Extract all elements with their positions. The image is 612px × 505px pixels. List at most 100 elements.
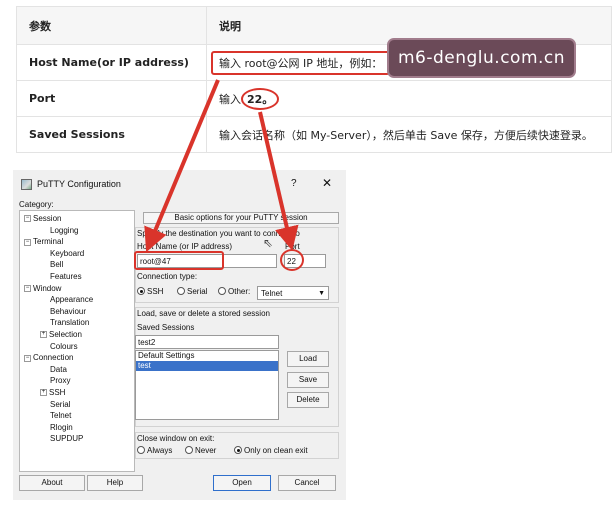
list-item[interactable]: Default Settings [136,351,278,361]
expand-icon[interactable]: + [40,389,47,397]
tree-item-data[interactable]: Data [20,364,134,376]
tree-item-ssh[interactable]: + SSH [20,387,134,399]
radio-always-label: Always [147,446,173,455]
table-row: Port 输入 22。 [16,80,612,117]
conn-type-ssh[interactable]: SSH [137,287,163,296]
tree-item-colours[interactable]: Colours [20,341,134,353]
destination-label: Specify the destination you want to conn… [137,229,300,238]
tree-item-label: Features [50,271,82,281]
tree-item-behaviour[interactable]: Behaviour [20,306,134,318]
mouse-cursor-icon: ⇖ [263,236,274,250]
watermark-banner: m6-denglu.com.cn [387,38,576,78]
save-button[interactable]: Save [287,372,329,388]
radio-serial-label: Serial [187,287,208,296]
tree-item-label: Appearance [50,295,94,305]
row-desc-port: 输入 22。 [206,80,612,117]
conn-type-serial[interactable]: Serial [177,287,207,296]
radio-ssh[interactable] [137,287,145,295]
panel-title: Basic options for your PuTTY session [143,212,339,224]
connection-type-label: Connection type: [137,272,198,281]
saved-sessions-input[interactable]: test2 [135,335,279,349]
cancel-button[interactable]: Cancel [278,475,336,491]
tree-item-serial[interactable]: Serial [20,399,134,411]
tree-item-label: Keyboard [50,248,85,258]
tree-item-label: Session [33,214,62,223]
collapse-icon[interactable]: − [24,215,31,223]
radio-never[interactable] [185,446,193,454]
collapse-icon[interactable]: − [24,284,31,292]
tree-item-translation[interactable]: Translation [20,317,134,329]
highlight-port-value: 22。 [241,87,280,110]
radio-serial[interactable] [177,287,185,295]
title-bar: PuTTY Configuration ? ✕ [13,170,346,198]
help-question-icon[interactable]: ? [291,178,297,189]
table-row: Saved Sessions 输入会话名称（如 My-Server），然后单击 … [16,116,612,153]
other-protocol-select[interactable]: Telnet ▼ [257,286,329,300]
tree-item-logging[interactable]: Logging [20,225,134,237]
tree-item-selection[interactable]: + Selection [20,329,134,341]
conn-type-other[interactable]: Other: [218,287,250,296]
tree-item-label: Rlogin [50,422,73,432]
highlight-hostname-desc: 输入 root@公网 IP 地址，例如： [211,50,391,75]
close-icon[interactable]: ✕ [322,176,332,190]
radio-ssh-label: SSH [147,287,164,296]
host-name-label: Host Name (or IP address) [137,242,232,251]
open-button[interactable]: Open [213,475,271,491]
tree-item-telnet[interactable]: Telnet [20,410,134,422]
exit-option-clean[interactable]: Only on clean exit [234,446,308,455]
exit-option-never[interactable]: Never [185,446,216,455]
tree-item-proxy[interactable]: Proxy [20,375,134,387]
saved-sessions-list[interactable]: Default Settings test [135,350,279,420]
tree-item-rlogin[interactable]: Rlogin [20,422,134,434]
tree-item-label: Telnet [50,411,72,421]
tree-item-label: Behaviour [50,306,87,316]
tree-item-appearance[interactable]: Appearance [20,294,134,306]
collapse-icon[interactable]: − [24,354,31,362]
tree-item-keyboard[interactable]: Keyboard [20,248,134,260]
host-highlight-box [134,251,224,270]
radio-other[interactable] [218,287,226,295]
tree-item-label: SUPDUP [50,434,84,444]
collapse-icon[interactable]: − [24,238,31,246]
radio-always[interactable] [137,446,145,454]
tree-item-window[interactable]: − Window [20,283,134,295]
expand-icon[interactable]: + [40,331,47,339]
window-title: PuTTY Configuration [37,179,121,189]
tree-item-label: Window [33,283,62,293]
sessions-group-label: Load, save or delete a stored session [137,309,270,318]
tree-item-features[interactable]: Features [20,271,134,283]
tree-item-label: Terminal [33,237,64,247]
tree-item-terminal[interactable]: − Terminal [20,236,134,248]
tree-item-session[interactable]: − Session [20,213,134,225]
header-param: 参数 [16,6,207,45]
load-button[interactable]: Load [287,351,329,367]
delete-button[interactable]: Delete [287,392,329,408]
tree-item-label: SSH [49,387,66,397]
tree-item-label: Serial [50,399,71,409]
tree-item-bell[interactable]: Bell [20,259,134,271]
help-button[interactable]: Help [87,475,143,491]
row-desc-sessions: 输入会话名称（如 My-Server），然后单击 Save 保存，方便后续快速登… [206,116,612,153]
port-desc-prefix: 输入 [219,92,241,106]
radio-clean-exit[interactable] [234,446,242,454]
other-protocol-value: Telnet [261,289,283,298]
tree-item-supdup[interactable]: SUPDUP [20,433,134,445]
radio-other-label: Other: [228,287,251,296]
saved-sessions-label: Saved Sessions [137,323,195,332]
tree-item-connection[interactable]: − Connection [20,352,134,364]
about-button[interactable]: About [19,475,85,491]
tree-item-label: Data [50,364,67,374]
tree-item-label: Bell [50,260,64,270]
category-tree[interactable]: − Session Logging − Terminal Keyboard Bell Feat… [19,210,135,472]
tree-item-label: Logging [50,225,79,235]
tree-item-label: Selection [49,329,82,339]
radio-clean-exit-label: Only on clean exit [244,446,308,455]
exit-option-always[interactable]: Always [137,446,172,455]
list-item[interactable]: test [136,361,278,371]
radio-never-label: Never [195,446,217,455]
parameter-table: 参数 说明 Host Name(or IP address) 输入 root@公… [16,6,612,153]
chevron-down-icon: ▼ [318,290,325,297]
row-key-sessions: Saved Sessions [16,116,207,153]
close-on-exit-label: Close window on exit: [137,434,215,443]
tree-item-label: Connection [33,353,74,363]
